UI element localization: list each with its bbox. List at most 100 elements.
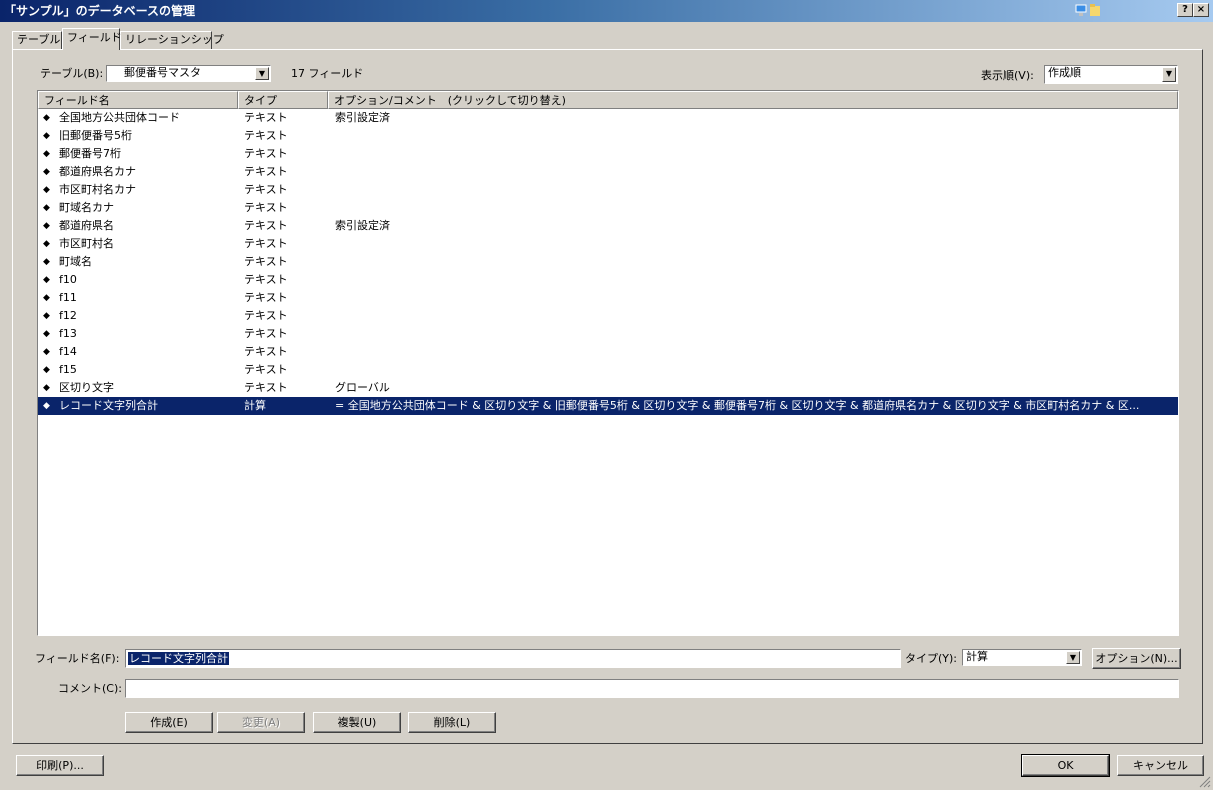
drag-handle-icon[interactable]: ◆: [43, 199, 53, 217]
drag-handle-icon[interactable]: ◆: [43, 325, 53, 343]
field-name-cell: 全国地方公共団体コード: [59, 111, 180, 124]
table-row[interactable]: ◆ f15 テキスト: [38, 361, 1178, 379]
chevron-down-icon[interactable]: ▼: [1066, 651, 1080, 664]
table-label: テーブル(B):: [40, 67, 104, 80]
field-name-cell: f15: [59, 363, 77, 376]
table-row[interactable]: ◆ f13 テキスト: [38, 325, 1178, 343]
field-name-cell: 町域名カナ: [59, 201, 114, 214]
column-header-options[interactable]: オプション/コメント (クリックして切り替え): [328, 91, 1178, 109]
drag-handle-icon[interactable]: ◆: [43, 271, 53, 289]
field-type-cell: テキスト: [244, 291, 288, 304]
options-button[interactable]: オプション(N)...: [1092, 648, 1181, 669]
field-name-cell: f11: [59, 291, 77, 304]
field-name-label: フィールド名(F):: [35, 652, 120, 665]
field-name-input[interactable]: レコード文字列合計: [125, 649, 901, 668]
print-button[interactable]: 印刷(P)...: [16, 755, 104, 776]
list-header: フィールド名 タイプ オプション/コメント (クリックして切り替え): [38, 91, 1178, 109]
table-row[interactable]: ◆ レコード文字列合計 計算 = 全国地方公共団体コード & 区切り文字 & 旧郵便番…: [38, 397, 1178, 415]
create-button[interactable]: 作成(E): [125, 712, 213, 733]
folder-icon: [1090, 4, 1100, 16]
sort-select[interactable]: 作成順 ▼: [1044, 65, 1178, 84]
tab-relationships[interactable]: リレーションシップ: [120, 31, 224, 49]
field-type-cell: テキスト: [244, 111, 288, 124]
drag-handle-icon[interactable]: ◆: [43, 361, 53, 379]
title-icons: [1075, 3, 1101, 19]
drag-handle-icon[interactable]: ◆: [43, 253, 53, 271]
field-count: 17 フィールド: [291, 67, 364, 80]
table-row[interactable]: ◆ 町域名カナ テキスト: [38, 199, 1178, 217]
drag-handle-icon[interactable]: ◆: [43, 181, 53, 199]
comment-label: コメント(C):: [58, 682, 122, 695]
change-button[interactable]: 変更(A): [217, 712, 305, 733]
help-button[interactable]: ?: [1177, 3, 1193, 17]
field-type-cell: テキスト: [244, 183, 288, 196]
drag-handle-icon[interactable]: ◆: [43, 289, 53, 307]
table-row[interactable]: ◆ 旧郵便番号5桁 テキスト: [38, 127, 1178, 145]
drag-handle-icon[interactable]: ◆: [43, 109, 53, 127]
field-name-cell: f13: [59, 327, 77, 340]
table-row[interactable]: ◆ 都道府県名 テキスト 索引設定済: [38, 217, 1178, 235]
field-name-cell: 都道府県名カナ: [59, 165, 136, 178]
close-button[interactable]: ×: [1193, 3, 1209, 17]
field-name-cell: 郵便番号7桁: [59, 147, 121, 160]
table-row[interactable]: ◆ f12 テキスト: [38, 307, 1178, 325]
chevron-down-icon[interactable]: ▼: [1162, 67, 1176, 82]
field-name-cell: 都道府県名: [59, 219, 114, 232]
drag-handle-icon[interactable]: ◆: [43, 235, 53, 253]
field-type-cell: テキスト: [244, 165, 288, 178]
tab-tables[interactable]: テーブル: [12, 31, 62, 49]
field-option-cell: グローバル: [335, 381, 390, 394]
duplicate-button[interactable]: 複製(U): [313, 712, 401, 733]
delete-button[interactable]: 削除(L): [408, 712, 496, 733]
type-label: タイプ(Y):: [905, 652, 958, 665]
field-type-cell: 計算: [244, 399, 266, 412]
drag-handle-icon[interactable]: ◆: [43, 397, 53, 415]
table-row[interactable]: ◆ 郵便番号7桁 テキスト: [38, 145, 1178, 163]
table-row[interactable]: ◆ 都道府県名カナ テキスト: [38, 163, 1178, 181]
tab-fields[interactable]: フィールド: [62, 28, 122, 50]
drag-handle-icon[interactable]: ◆: [43, 127, 53, 145]
ok-button[interactable]: OK: [1021, 754, 1110, 777]
field-name-cell: 市区町村名カナ: [59, 183, 136, 196]
drag-handle-icon[interactable]: ◆: [43, 379, 53, 397]
table-select-value: 郵便番号マスタ: [124, 66, 201, 79]
table-row[interactable]: ◆ f10 テキスト: [38, 271, 1178, 289]
field-type-cell: テキスト: [244, 345, 288, 358]
column-header-name[interactable]: フィールド名: [38, 91, 238, 109]
network-icon: [1075, 4, 1087, 16]
table-row[interactable]: ◆ 町域名 テキスト: [38, 253, 1178, 271]
field-name-cell: 旧郵便番号5桁: [59, 129, 132, 142]
resize-grip-icon[interactable]: [1199, 776, 1211, 788]
column-header-type[interactable]: タイプ: [238, 91, 328, 109]
table-select[interactable]: 郵便番号マスタ ▼: [106, 65, 271, 82]
drag-handle-icon[interactable]: ◆: [43, 163, 53, 181]
field-name-cell: 区切り文字: [59, 381, 114, 394]
comment-input[interactable]: [125, 679, 1179, 698]
field-type-cell: テキスト: [244, 255, 288, 268]
field-type-cell: テキスト: [244, 273, 288, 286]
field-name-cell: レコード文字列合計: [59, 399, 158, 412]
type-select[interactable]: 計算 ▼: [962, 649, 1082, 666]
drag-handle-icon[interactable]: ◆: [43, 343, 53, 361]
chevron-down-icon[interactable]: ▼: [255, 67, 269, 80]
drag-handle-icon[interactable]: ◆: [43, 217, 53, 235]
drag-handle-icon[interactable]: ◆: [43, 307, 53, 325]
field-type-cell: テキスト: [244, 201, 288, 214]
table-row[interactable]: ◆ f11 テキスト: [38, 289, 1178, 307]
type-select-value: 計算: [966, 650, 988, 663]
field-list[interactable]: フィールド名 タイプ オプション/コメント (クリックして切り替え) ◆ 全国地方…: [37, 90, 1179, 636]
field-name-cell: 市区町村名: [59, 237, 114, 250]
field-type-cell: テキスト: [244, 219, 288, 232]
title-bar[interactable]: 「サンプル」のデータベースの管理 ? ×: [0, 0, 1213, 22]
table-row[interactable]: ◆ 市区町村名カナ テキスト: [38, 181, 1178, 199]
table-row[interactable]: ◆ 区切り文字 テキスト グローバル: [38, 379, 1178, 397]
table-row[interactable]: ◆ 市区町村名 テキスト: [38, 235, 1178, 253]
field-option-cell: 索引設定済: [335, 111, 390, 124]
table-row[interactable]: ◆ f14 テキスト: [38, 343, 1178, 361]
cancel-button[interactable]: キャンセル: [1117, 755, 1204, 776]
table-row[interactable]: ◆ 全国地方公共団体コード テキスト 索引設定済: [38, 109, 1178, 127]
drag-handle-icon[interactable]: ◆: [43, 145, 53, 163]
field-type-cell: テキスト: [244, 381, 288, 394]
field-type-cell: テキスト: [244, 237, 288, 250]
field-name-value: レコード文字列合計: [128, 652, 229, 665]
